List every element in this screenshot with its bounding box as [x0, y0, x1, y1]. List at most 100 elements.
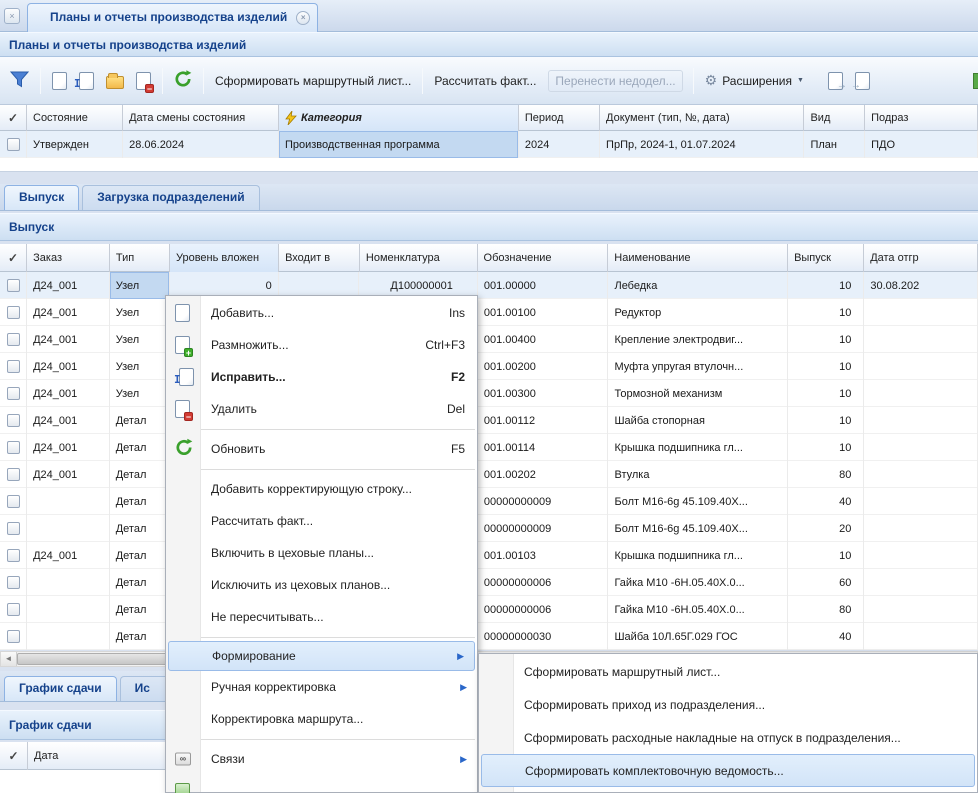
- row-checkbox[interactable]: [7, 333, 20, 346]
- table-row[interactable]: Д24_001 Детал 001.00202 Втулка 80: [0, 461, 978, 488]
- table-row[interactable]: Детал 00000000009 Болт М16-6g 45.109.40Х…: [0, 515, 978, 542]
- column-name[interactable]: Наименование: [608, 244, 788, 272]
- row-checkbox[interactable]: [7, 138, 20, 151]
- column-state[interactable]: Состояние: [27, 105, 123, 131]
- cell-designation[interactable]: 001.00114: [478, 434, 609, 461]
- extensions-button[interactable]: ⚙ Расширения ▼: [699, 69, 810, 92]
- menu-item-include-shop-plans[interactable]: Включить в цеховые планы...: [166, 537, 477, 569]
- table-row[interactable]: Д24_001 Узел 001.00100 Редуктор 10: [0, 299, 978, 326]
- open-button[interactable]: [100, 69, 130, 92]
- column-kind[interactable]: Вид: [804, 105, 865, 131]
- row-checkbox[interactable]: [7, 414, 20, 427]
- cell-ship-date[interactable]: [864, 542, 978, 569]
- cell-output[interactable]: 20: [788, 515, 864, 542]
- cell-ship-date[interactable]: [864, 353, 978, 380]
- cell-name[interactable]: Лебедка: [608, 272, 788, 299]
- cell-ship-date[interactable]: [864, 299, 978, 326]
- cell-order[interactable]: [27, 596, 110, 623]
- column-part-of[interactable]: Входит в: [279, 244, 360, 272]
- menu-item-add-correction[interactable]: Добавить корректирующую строку...: [166, 473, 477, 505]
- cell-designation[interactable]: 001.00400: [478, 326, 609, 353]
- row-checkbox[interactable]: [7, 549, 20, 562]
- route-list-button[interactable]: Сформировать маршрутный лист...: [209, 71, 417, 91]
- cell-output[interactable]: 60: [788, 569, 864, 596]
- cell-ship-date[interactable]: [864, 488, 978, 515]
- column-level[interactable]: Уровень вложен: [170, 244, 279, 272]
- table-row[interactable]: Д24_001 Узел 001.00400 Крепление электро…: [0, 326, 978, 353]
- cell-designation[interactable]: 00000000009: [478, 488, 609, 515]
- submenu-item-receipt[interactable]: Сформировать приход из подразделения...: [479, 688, 977, 721]
- cell-output[interactable]: 10: [788, 299, 864, 326]
- cell-designation[interactable]: 001.00100: [478, 299, 609, 326]
- row-checkbox[interactable]: [7, 387, 20, 400]
- tab-department-load[interactable]: Загрузка подразделений: [82, 185, 259, 210]
- column-document[interactable]: Документ (тип, №, дата): [600, 105, 804, 131]
- cell-order[interactable]: [27, 515, 110, 542]
- cell-order[interactable]: Д24_001: [27, 542, 110, 569]
- cell-kind[interactable]: План: [804, 131, 865, 158]
- submenu-item-route-list[interactable]: Сформировать маршрутный лист...: [479, 655, 977, 688]
- row-checkbox[interactable]: [7, 306, 20, 319]
- cell-type[interactable]: Узел: [110, 272, 170, 299]
- row-checkbox[interactable]: [7, 360, 20, 373]
- cell-ship-date[interactable]: [864, 326, 978, 353]
- column-type[interactable]: Тип: [110, 244, 170, 272]
- column-category[interactable]: Категория: [279, 105, 519, 131]
- cell-type[interactable]: Детал: [110, 569, 170, 596]
- table-row[interactable]: Д24_001 Узел 0 Д100000001 001.00000 Лебе…: [0, 272, 978, 299]
- cell-output[interactable]: 80: [788, 461, 864, 488]
- column-order[interactable]: Заказ: [27, 244, 110, 272]
- menu-item-duplicate[interactable]: + Размножить... Ctrl+F3: [166, 329, 477, 361]
- row-checkbox[interactable]: [7, 630, 20, 643]
- column-designation[interactable]: Обозначение: [478, 244, 609, 272]
- row-checkbox[interactable]: [7, 468, 20, 481]
- cell-period[interactable]: 2024: [519, 131, 600, 158]
- cell-designation[interactable]: 001.00103: [478, 542, 609, 569]
- column-state-date[interactable]: Дата смены состояния: [123, 105, 279, 131]
- row-checkbox[interactable]: [7, 522, 20, 535]
- menu-item-links[interactable]: ∞ Связи ▶: [166, 743, 477, 775]
- export-button[interactable]: →: [822, 69, 849, 93]
- cell-type[interactable]: Узел: [110, 380, 170, 407]
- menu-item-exclude-shop-plans[interactable]: Исключить из цеховых планов...: [166, 569, 477, 601]
- table-row[interactable]: Д24_001 Детал 001.00103 Крышка подшипник…: [0, 542, 978, 569]
- column-check[interactable]: ✓: [0, 742, 28, 770]
- cell-ship-date[interactable]: [864, 515, 978, 542]
- add-button[interactable]: [46, 69, 73, 93]
- cell-order[interactable]: Д24_001: [27, 461, 110, 488]
- cell-designation[interactable]: 001.00300: [478, 380, 609, 407]
- cell-output[interactable]: 80: [788, 596, 864, 623]
- cell-ship-date[interactable]: [864, 596, 978, 623]
- table-row[interactable]: Д24_001 Узел 001.00300 Тормозной механиз…: [0, 380, 978, 407]
- cell-type[interactable]: Детал: [110, 515, 170, 542]
- cell-name[interactable]: Шайба 10Л.65Г.029 ГОС: [608, 623, 788, 650]
- cell-designation[interactable]: 001.00202: [478, 461, 609, 488]
- row-checkbox[interactable]: [7, 495, 20, 508]
- menu-item-no-recalc[interactable]: Не пересчитывать...: [166, 601, 477, 633]
- table-row[interactable]: Детал 00000000006 Гайка М10 -6Н.05.40Х.0…: [0, 596, 978, 623]
- cell-name[interactable]: Болт М16-6g 45.109.40Х...: [608, 515, 788, 542]
- master-table-row[interactable]: Утвержден 28.06.2024 Производственная пр…: [0, 131, 978, 158]
- submenu-item-picking-list[interactable]: Сформировать комплектовочную ведомость..…: [481, 754, 975, 787]
- cell-name[interactable]: Гайка М10 -6Н.05.40Х.0...: [608, 596, 788, 623]
- menu-item-formation[interactable]: Формирование ▶: [168, 641, 475, 671]
- cell-designation[interactable]: 00000000006: [478, 596, 609, 623]
- cell-output[interactable]: 40: [788, 488, 864, 515]
- menu-item-calc-fact[interactable]: Рассчитать факт...: [166, 505, 477, 537]
- cell-order[interactable]: [27, 623, 110, 650]
- cell-name[interactable]: Тормозной механизм: [608, 380, 788, 407]
- cell-order[interactable]: Д24_001: [27, 299, 110, 326]
- delete-button[interactable]: −: [130, 69, 157, 93]
- menu-item-refresh[interactable]: Обновить F5: [166, 433, 477, 465]
- row-checkbox[interactable]: [7, 279, 20, 292]
- cell-ship-date[interactable]: [864, 461, 978, 488]
- cell-output[interactable]: 10: [788, 542, 864, 569]
- column-nomenclature[interactable]: Номенклатура: [360, 244, 478, 272]
- table-row[interactable]: Детал 00000000030 Шайба 10Л.65Г.029 ГОС …: [0, 623, 978, 650]
- table-row[interactable]: Детал 00000000006 Гайка М10 -6Н.05.40Х.0…: [0, 569, 978, 596]
- cell-state[interactable]: Утвержден: [27, 131, 123, 158]
- cell-order[interactable]: Д24_001: [27, 272, 110, 299]
- filter-button[interactable]: [4, 68, 35, 94]
- cell-output[interactable]: 10: [788, 326, 864, 353]
- menu-item-manual-correction[interactable]: Ручная корректировка ▶: [166, 671, 477, 703]
